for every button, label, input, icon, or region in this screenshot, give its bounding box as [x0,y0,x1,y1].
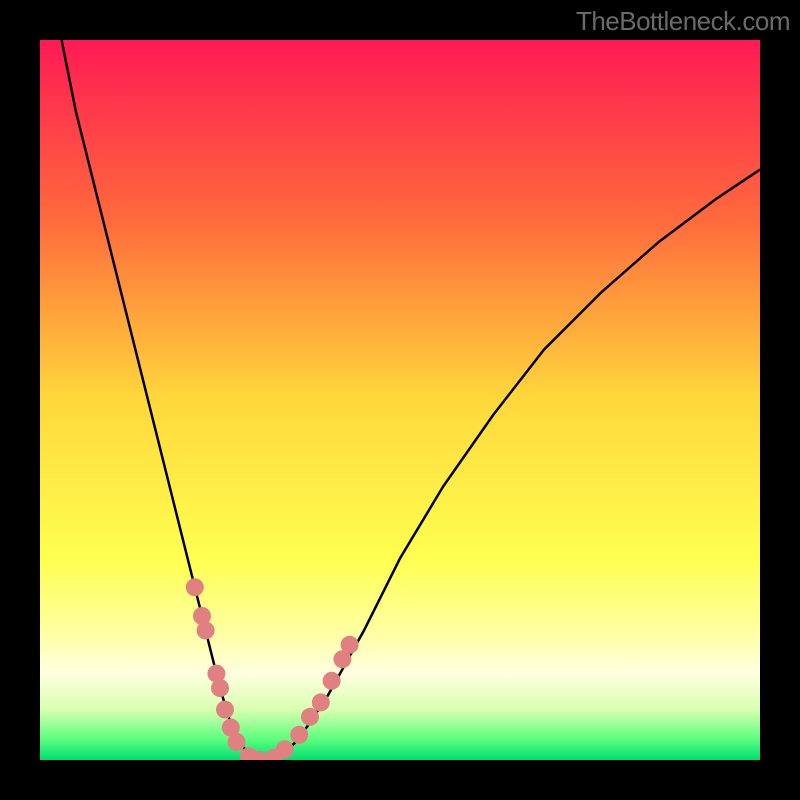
highlight-dot [276,740,294,758]
chart-svg [40,40,760,760]
plot-area [40,40,760,760]
highlight-dot [186,578,204,596]
watermark-text: TheBottleneck.com [576,6,790,37]
chart-container: TheBottleneck.com [0,0,800,800]
highlight-dot [312,693,330,711]
highlight-dot [216,701,234,719]
highlight-dot [290,726,308,744]
highlight-dot [211,679,229,697]
highlight-dot [341,636,359,654]
highlight-dot [323,672,341,690]
highlight-dot [197,621,215,639]
highlight-dot [301,708,319,726]
highlight-dot [228,733,246,751]
